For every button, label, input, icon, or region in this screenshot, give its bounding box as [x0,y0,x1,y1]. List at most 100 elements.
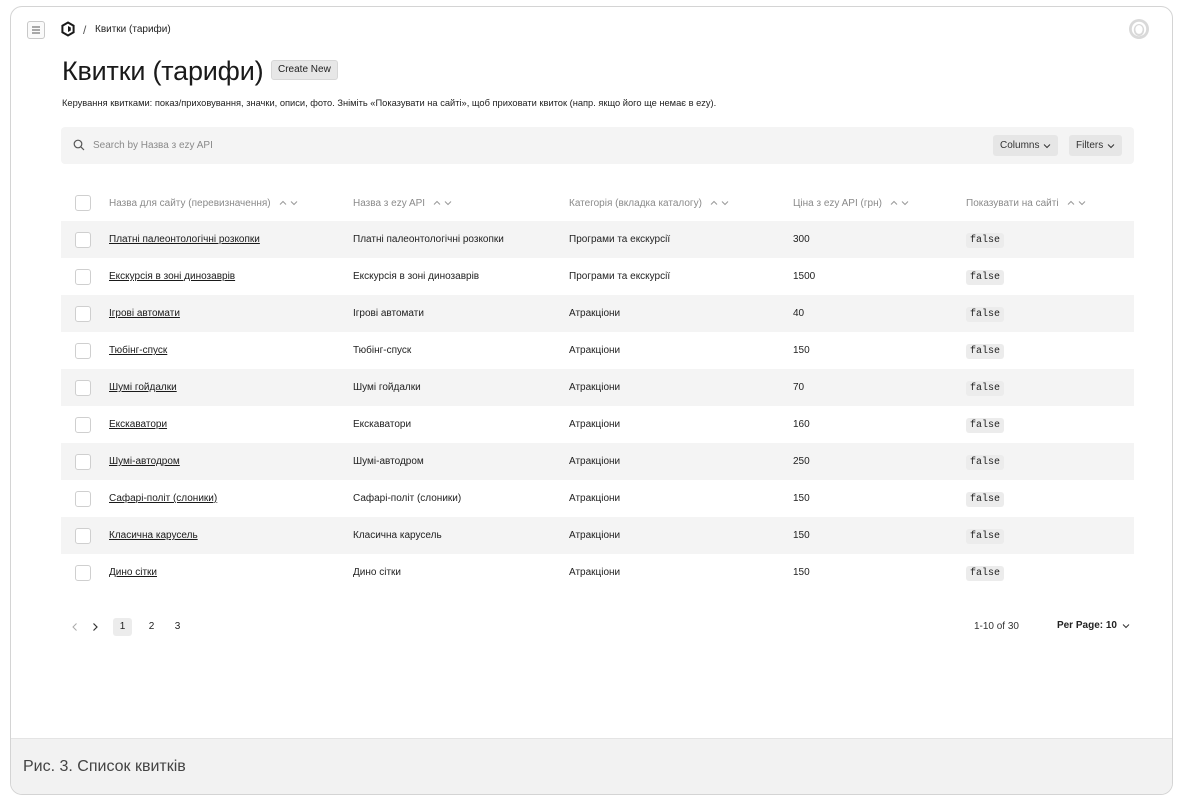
row-price: 160 [793,419,810,430]
row-api-name: Платні палеонтологічні розкопки [353,234,504,245]
filters-button[interactable]: Filters [1069,135,1123,156]
page-number-3[interactable]: 3 [168,618,187,636]
create-new-button[interactable]: Create New [271,60,338,80]
chevron-down-icon [1107,143,1115,148]
page-description: Керування квитками: показ/приховування, … [62,98,717,108]
row-api-name: Дино сітки [353,567,401,578]
column-header-label: Назва для сайту (перевизначення) [109,197,271,209]
column-header-label: Показувати на сайті [966,197,1059,209]
row-visible-badge: false [966,344,1005,359]
table-row: Класична карусель Класична карусель Атра… [61,517,1134,554]
chevron-up-icon[interactable] [890,199,898,207]
row-checkbox[interactable] [75,416,91,433]
menu-toggle-button[interactable] [27,21,45,39]
row-api-name: Екскурсія в зоні динозаврів [353,271,480,282]
row-site-name-link[interactable]: Ігрові автомати [109,308,180,319]
row-visible-badge: false [966,233,1005,248]
row-checkbox[interactable] [75,268,91,285]
row-site-name-link[interactable]: Платні палеонтологічні розкопки [109,234,260,245]
row-category: Атракціони [569,345,621,356]
row-checkbox[interactable] [75,490,91,507]
figure-caption-bar: Рис. 3. Список квитків [11,738,1172,794]
chevron-up-icon[interactable] [710,199,718,207]
column-header-category[interactable]: Категорія (вкладка каталогу) [569,185,729,221]
row-api-name: Сафарі-політ (слоники) [353,493,462,504]
chevron-right-icon[interactable] [89,621,101,633]
row-checkbox[interactable] [75,342,91,359]
columns-button[interactable]: Columns [993,135,1059,156]
filters-button-label: Filters [1076,140,1104,151]
user-avatar-icon[interactable] [1128,18,1150,40]
per-page-label: Per Page: 10 [1056,620,1117,631]
chevron-down-icon [1122,623,1130,628]
row-site-name-link[interactable]: Екскурсія в зоні динозаврів [109,271,235,282]
row-checkbox[interactable] [75,305,91,322]
pagination-range: 1-10 of 30 [973,621,1019,632]
breadcrumb[interactable]: Квитки (тарифи) [95,24,171,35]
table-row: Тюбінг-спуск Тюбінг-спуск Атракціони 150… [61,332,1134,369]
row-price: 150 [793,530,810,541]
row-api-name: Класична карусель [353,530,442,541]
table-row: Екскурсія в зоні динозаврів Екскурсія в … [61,258,1134,295]
row-category: Програми та екскурсії [569,271,671,282]
row-site-name-link[interactable]: Сафарі-політ (слоники) [109,493,217,504]
row-api-name: Екскаватори [353,419,412,430]
sort-controls [279,199,298,207]
column-header-visible[interactable]: Показувати на сайті [966,185,1086,221]
column-header-price[interactable]: Ціна з ezy API (грн) [793,185,909,221]
row-site-name-link[interactable]: Дино сітки [109,567,157,578]
page-number-2[interactable]: 2 [142,618,161,636]
chevron-down-icon[interactable] [444,199,452,207]
chevron-down-icon[interactable] [901,199,909,207]
row-checkbox[interactable] [75,231,91,248]
breadcrumb-separator: / [83,23,87,37]
hexagon-logo-icon[interactable] [60,21,76,37]
row-visible-badge: false [966,529,1005,544]
row-price: 70 [793,382,805,393]
row-api-name: Шумі гойдалки [353,382,421,393]
pagination: 1 2 3 1-10 of 30 Per Page: 10 [61,616,1134,638]
table-row: Дино сітки Дино сітки Атракціони 150 fal… [61,554,1134,591]
select-all-checkbox[interactable] [75,195,91,211]
row-site-name-link[interactable]: Класична карусель [109,530,198,541]
column-header-site-name[interactable]: Назва для сайту (перевизначення) [109,185,298,221]
chevron-down-icon[interactable] [290,199,298,207]
per-page-select[interactable]: Per Page: 10 [1057,620,1130,631]
chevron-up-icon[interactable] [1067,199,1075,207]
row-checkbox[interactable] [75,379,91,396]
row-price: 1500 [793,271,816,282]
table-row: Шумі-автодром Шумі-автодром Атракціони 2… [61,443,1134,480]
row-category: Атракціони [569,456,621,467]
row-checkbox[interactable] [75,453,91,470]
row-visible-badge: false [966,307,1005,322]
chevron-up-icon[interactable] [279,199,287,207]
row-checkbox[interactable] [75,527,91,544]
tickets-table: Назва для сайту (перевизначення) Назва з… [61,185,1134,591]
chevron-down-icon[interactable] [721,199,729,207]
page-number-1[interactable]: 1 [113,618,132,636]
row-visible-badge: false [966,566,1005,581]
chevron-down-icon[interactable] [1078,199,1086,207]
search-icon [73,139,85,151]
row-api-name: Шумі-автодром [353,456,424,467]
row-site-name-link[interactable]: Шумі гойдалки [109,382,177,393]
row-api-name: Тюбінг-спуск [353,345,412,356]
row-site-name-link[interactable]: Екскаватори [109,419,167,430]
chevron-left-icon[interactable] [69,621,81,633]
row-site-name-link[interactable]: Шумі-автодром [109,456,180,467]
hamburger-icon [32,26,40,34]
search-input[interactable] [93,136,693,155]
row-category: Атракціони [569,308,621,319]
table-row: Ігрові автомати Ігрові автомати Атракціо… [61,295,1134,332]
chevron-up-icon[interactable] [433,199,441,207]
row-visible-badge: false [966,381,1005,396]
table-row: Екскаватори Екскаватори Атракціони 160 f… [61,406,1134,443]
sort-controls [890,199,909,207]
column-header-api-name[interactable]: Назва з ezy API [353,185,452,221]
row-api-name: Ігрові автомати [353,308,424,319]
sort-controls [433,199,452,207]
row-price: 250 [793,456,810,467]
row-site-name-link[interactable]: Тюбінг-спуск [109,345,167,356]
row-checkbox[interactable] [75,564,91,581]
row-category: Атракціони [569,382,621,393]
